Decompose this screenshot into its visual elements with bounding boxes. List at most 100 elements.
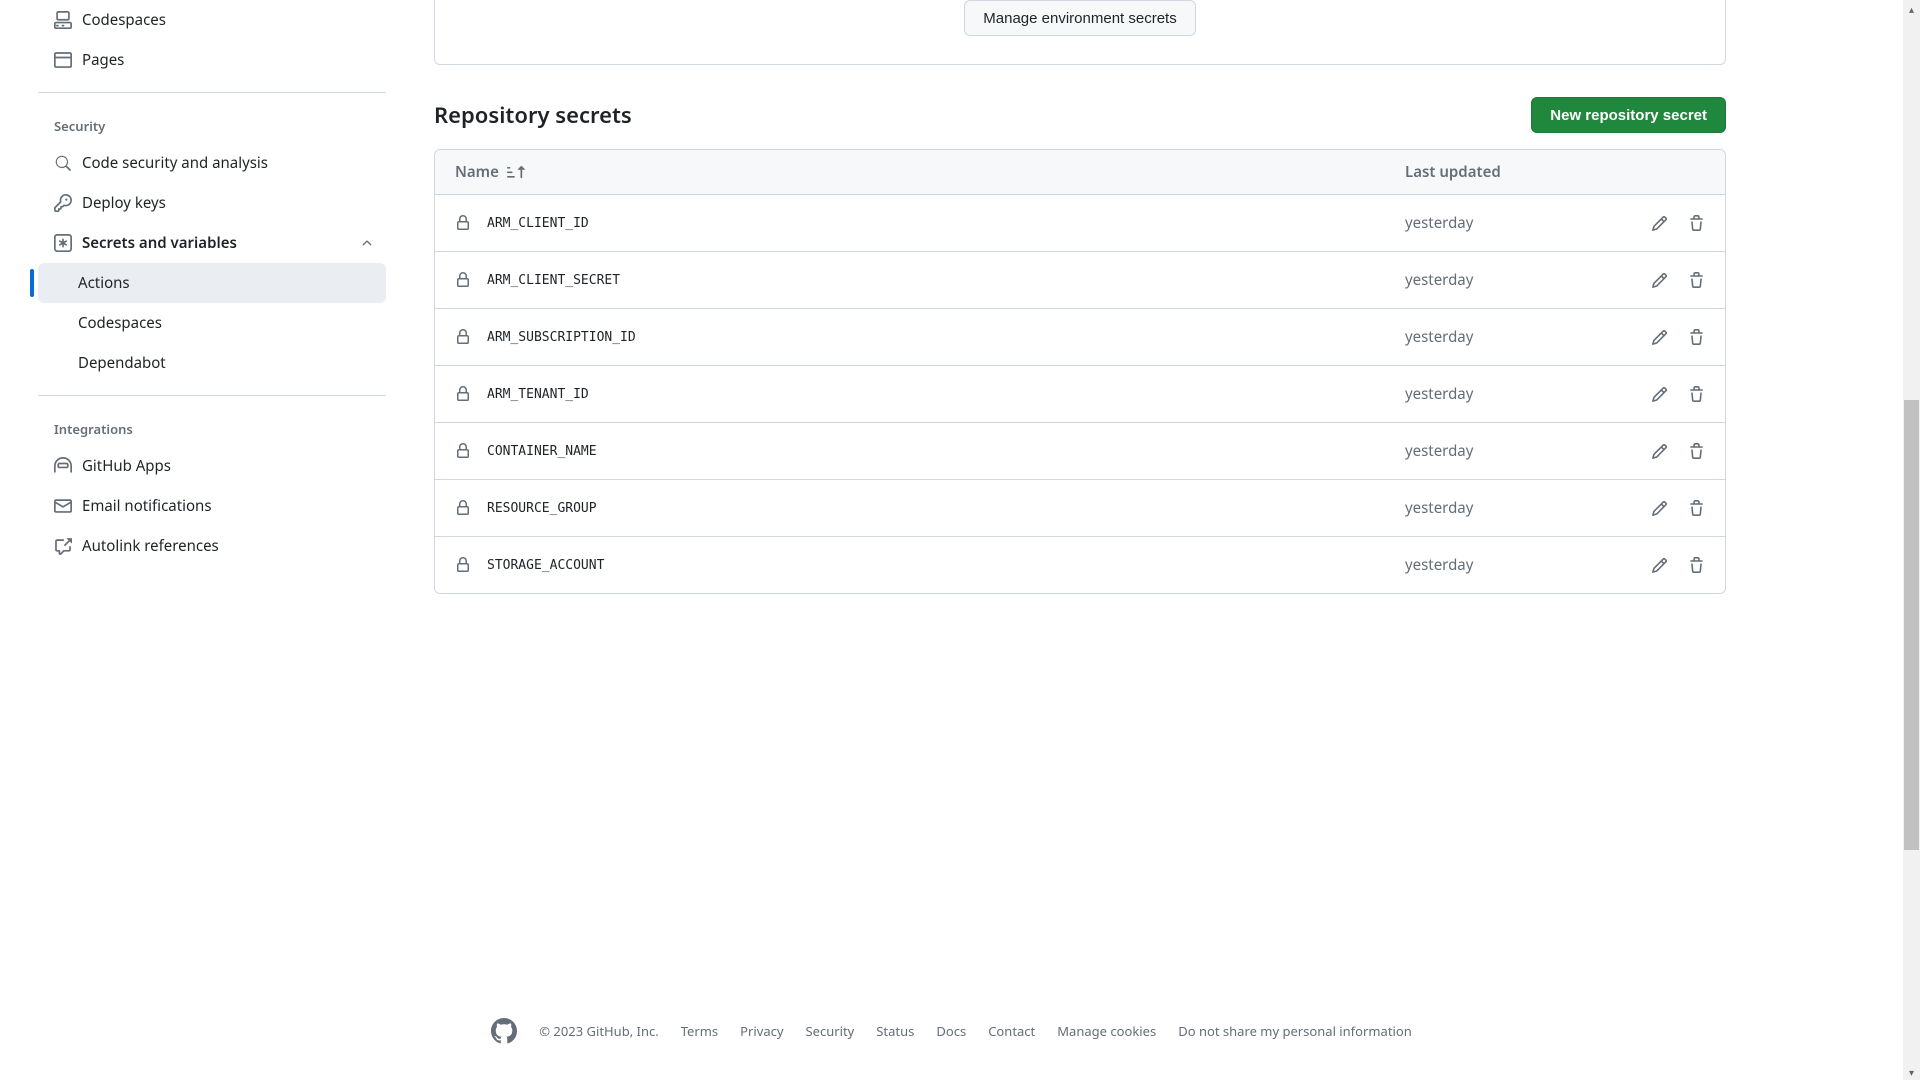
secret-name: ARM_CLIENT_ID [487,216,589,231]
sidebar-item-code-security[interactable]: Code security and analysis [38,143,386,183]
sidebar-item-email-notifications[interactable]: Email notifications [38,486,386,526]
secret-name: RESOURCE_GROUP [487,501,597,516]
sidebar: Environments Codespaces Pages Security C… [0,0,410,1080]
lock-icon [455,443,471,459]
sidebar-subitem-label: Actions [78,273,130,293]
row-actions [1605,500,1705,517]
pencil-icon[interactable] [1651,500,1668,517]
pencil-icon[interactable] [1651,215,1668,232]
codescan-icon [54,154,72,172]
secret-name: STORAGE_ACCOUNT [487,558,604,573]
trash-icon[interactable] [1688,500,1705,517]
hubot-icon [54,457,72,475]
footer-link-status[interactable]: Status [876,1022,914,1040]
footer-link-docs[interactable]: Docs [936,1022,966,1040]
trash-icon[interactable] [1688,443,1705,460]
sidebar-subitem-dependabot[interactable]: Dependabot [38,343,386,383]
scrollbar-arrow-up-icon[interactable]: ▴ [1903,0,1920,17]
table-row: ARM_TENANT_ID yesterday [435,366,1725,423]
sidebar-subitem-codespaces[interactable]: Codespaces [38,303,386,343]
footer: © 2023 GitHub, Inc. Terms Privacy Securi… [0,1018,1903,1044]
lock-icon [455,272,471,288]
sidebar-subitem-label: Dependabot [78,353,166,373]
pencil-icon[interactable] [1651,443,1668,460]
footer-link-manage-cookies[interactable]: Manage cookies [1057,1022,1156,1040]
table-row: STORAGE_ACCOUNTyesterday [435,537,1725,593]
sidebar-item-autolink-references[interactable]: Autolink references [38,526,386,566]
environment-secrets-box: Manage environment secrets [434,0,1726,65]
lock-icon [455,215,471,231]
pencil-icon[interactable] [1651,272,1668,289]
sidebar-integrations-title: Integrations [38,412,386,446]
col-header-actions [1605,162,1705,182]
footer-link-privacy[interactable]: Privacy [740,1022,783,1040]
sidebar-item-label: Email notifications [82,496,212,516]
sidebar-item-codespaces[interactable]: Codespaces [38,0,386,40]
pencil-icon[interactable] [1651,329,1668,346]
secret-updated: yesterday [1405,498,1605,518]
trash-icon[interactable] [1688,329,1705,346]
cross-reference-icon [54,537,72,555]
table-row: RESOURCE_GROUP yesterday [435,480,1725,537]
sidebar-item-secrets-variables[interactable]: Secrets and variables [38,223,386,263]
table-row: ARM_CLIENT_ID yesterday [435,195,1725,252]
secret-updated: yesterday [1405,384,1605,404]
sidebar-item-label: Pages [82,50,124,70]
sidebar-item-github-apps[interactable]: GitHub Apps [38,446,386,486]
footer-link-contact[interactable]: Contact [988,1022,1035,1040]
secret-updated: yesterday [1405,213,1605,233]
secret-name: ARM_TENANT_ID [487,387,589,402]
sidebar-item-label: Secrets and variables [82,233,237,253]
mail-icon [54,497,72,515]
row-actions [1605,329,1705,346]
pencil-icon[interactable] [1651,386,1668,403]
secret-name: CONTAINER_NAME [487,444,597,459]
sidebar-item-label: GitHub Apps [82,456,171,476]
sidebar-item-pages[interactable]: Pages [38,40,386,80]
row-actions [1605,215,1705,232]
sidebar-item-label: Codespaces [82,10,166,30]
key-icon [54,194,72,212]
browser-icon [54,51,72,69]
trash-icon[interactable] [1688,272,1705,289]
sidebar-item-deploy-keys[interactable]: Deploy keys [38,183,386,223]
sidebar-divider [38,92,386,93]
sidebar-subitem-actions[interactable]: Actions [38,263,386,303]
sidebar-security-title: Security [38,109,386,143]
sidebar-subitem-label: Codespaces [78,313,162,333]
sidebar-divider [38,395,386,396]
sidebar-item-label: Deploy keys [82,193,166,213]
col-header-name[interactable]: Name [455,162,1405,182]
scrollbar-thumb[interactable] [1904,400,1919,850]
scrollbar[interactable]: ▴ ▾ [1903,0,1920,1080]
new-repository-secret-button[interactable]: New repository secret [1531,97,1726,133]
table-row: CONTAINER_NAME yesterday [435,423,1725,480]
codespaces-icon [54,11,72,29]
secret-name: ARM_CLIENT_SECRET [487,273,620,288]
manage-environment-secrets-button[interactable]: Manage environment secrets [964,0,1195,36]
footer-link-terms[interactable]: Terms [681,1022,718,1040]
pencil-icon[interactable] [1651,557,1668,574]
table-header-row: Name Last updated [435,150,1725,195]
lock-icon [455,329,471,345]
footer-link-do-not-share[interactable]: Do not share my personal information [1178,1022,1412,1040]
footer-copyright: © 2023 GitHub, Inc. [539,1022,659,1040]
trash-icon[interactable] [1688,215,1705,232]
secrets-table: Name Last updated ARM_CLIENT_ID yesterday… [434,149,1726,594]
secret-updated: yesterday [1405,441,1605,461]
row-actions [1605,272,1705,289]
secret-name: ARM_SUBSCRIPTION_ID [487,330,636,345]
footer-link-security[interactable]: Security [806,1022,855,1040]
scrollbar-arrow-down-icon[interactable]: ▾ [1903,1063,1920,1080]
chevron-up-icon [360,236,374,250]
lock-icon [455,386,471,402]
col-header-updated[interactable]: Last updated [1405,162,1605,182]
github-logo-icon[interactable] [491,1018,517,1044]
sidebar-item-label: Code security and analysis [82,153,268,173]
col-header-name-label: Name [455,162,499,182]
secret-updated: yesterday [1405,327,1605,347]
trash-icon[interactable] [1688,386,1705,403]
row-actions [1605,557,1705,574]
lock-icon [455,500,471,516]
trash-icon[interactable] [1688,557,1705,574]
